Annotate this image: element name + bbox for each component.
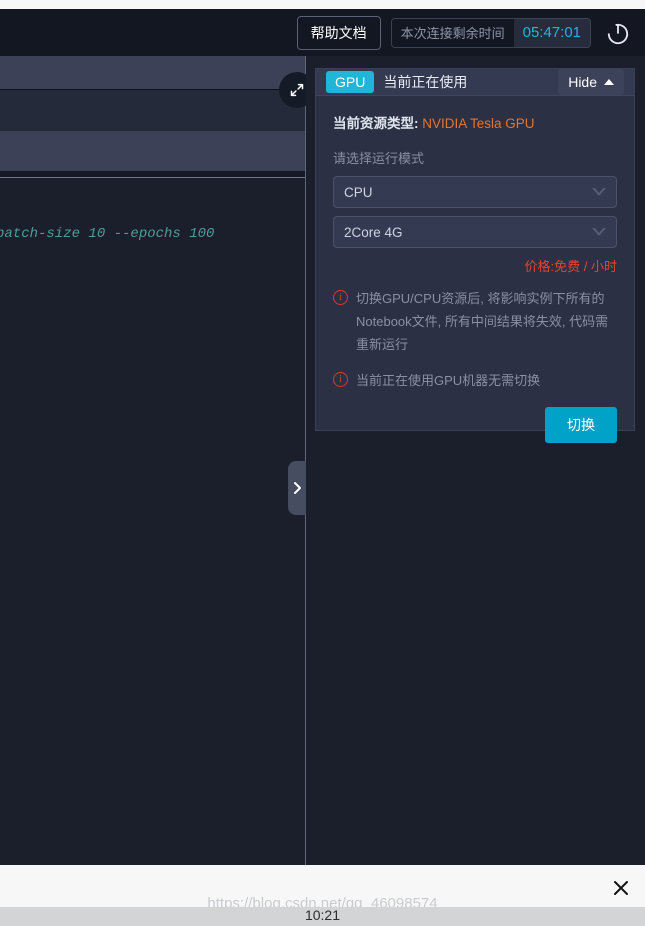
warning-text-switch-impact: 切换GPU/CPU资源后, 将影响实例下所有的Notebook文件, 所有中间结… [356, 291, 609, 352]
gpu-panel-footer: 切换 [316, 407, 634, 456]
warning-text-already-gpu: 当前正在使用GPU机器无需切换 [356, 373, 541, 389]
info-circle-icon: i [333, 372, 348, 388]
warning-row-switch-impact: i 切换GPU/CPU资源后, 将影响实例下所有的Notebook文件, 所有中… [333, 288, 617, 356]
gpu-resource-panel: GPU 当前正在使用 Hide 当前资源类型: NVIDIA Tesla GPU… [315, 68, 635, 443]
gpu-panel-title: 当前正在使用 [383, 74, 468, 90]
spec-select[interactable]: 2Core 4G [333, 216, 617, 248]
top-sliver [0, 0, 645, 9]
workspace-area: batch-size 10 --epochs 100 [0, 56, 306, 865]
gpu-badge: GPU [326, 70, 375, 94]
current-resource-line: 当前资源类型: NVIDIA Tesla GPU [333, 112, 617, 132]
chevron-down-icon [592, 187, 606, 196]
run-mode-select[interactable]: CPU [333, 176, 617, 208]
clock-text: 10:21 [304, 907, 341, 923]
warning-row-already-gpu: i 当前正在使用GPU机器无需切换 [333, 370, 617, 393]
power-icon[interactable] [601, 16, 635, 50]
timer-value: 05:47:01 [513, 18, 590, 47]
top-bar: 帮助文档 本次连接剩余时间 05:47:01 [0, 9, 645, 56]
chevron-right-icon [294, 482, 301, 494]
code-command-line: batch-size 10 --epochs 100 [0, 226, 215, 242]
price-text: 价格:免费 / 小时 [524, 259, 617, 274]
connection-timer: 本次连接剩余时间 05:47:01 [390, 17, 591, 48]
help-doc-button[interactable]: 帮助文档 [296, 15, 381, 50]
workspace-row-secondary [0, 131, 306, 171]
workspace-row-editor [0, 90, 306, 131]
gpu-panel-header: GPU 当前正在使用 Hide [316, 69, 634, 96]
current-resource-label: 当前资源类型: [333, 116, 419, 131]
run-mode-select-value: CPU [344, 184, 373, 200]
close-icon[interactable] [610, 877, 632, 899]
switch-resource-button[interactable]: 切换 [545, 407, 617, 443]
hide-panel-button[interactable]: Hide [558, 69, 624, 95]
workspace-row-toolbar [0, 56, 306, 89]
app-root: 帮助文档 本次连接剩余时间 05:47:01 batch-size 10 --e… [0, 0, 645, 926]
run-mode-label: 请选择运行模式 [333, 151, 425, 166]
current-resource-value: NVIDIA Tesla GPU [422, 116, 535, 131]
chevron-up-icon [604, 79, 614, 85]
terminal-output-area[interactable]: batch-size 10 --epochs 100 [0, 178, 306, 865]
timer-label: 本次连接剩余时间 [391, 18, 514, 47]
hide-button-label: Hide [568, 74, 597, 90]
bottom-white-bar [0, 865, 645, 907]
gpu-panel-body: 当前资源类型: NVIDIA Tesla GPU 请选择运行模式 CPU 2Co… [316, 96, 634, 407]
chevron-down-icon [592, 227, 606, 236]
spec-select-value: 2Core 4G [344, 224, 403, 240]
info-circle-icon: i [333, 290, 348, 305]
panel-toggle-tab[interactable] [288, 461, 306, 515]
